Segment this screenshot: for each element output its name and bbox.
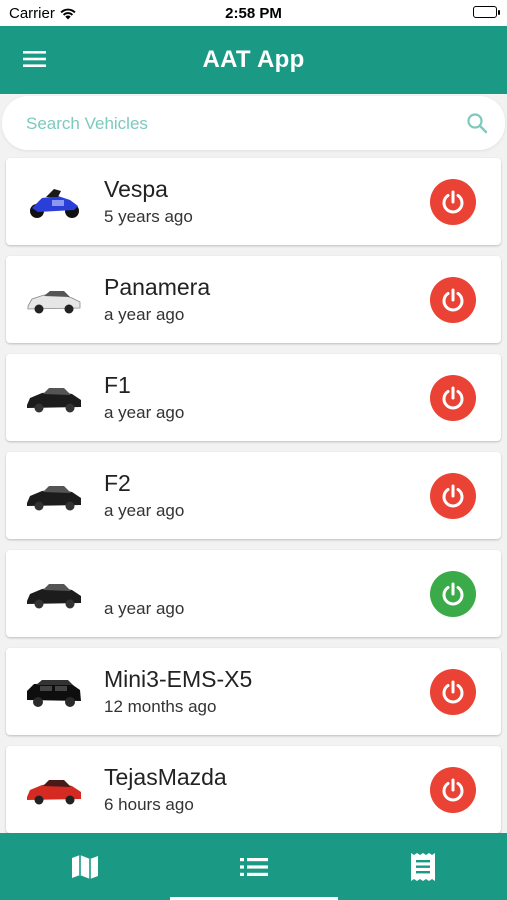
vehicle-name: TejasMazda xyxy=(104,764,227,790)
vehicle-last-seen: a year ago xyxy=(104,403,185,422)
power-icon xyxy=(442,386,464,410)
suv-thumbnail xyxy=(27,680,81,707)
app-bar: AAT App xyxy=(0,26,507,94)
vehicle-last-seen: a year ago xyxy=(104,501,185,520)
vehicle-card[interactable]: TejasMazda 6 hours ago xyxy=(6,746,501,833)
app-title: AAT App xyxy=(202,46,305,73)
power-icon xyxy=(442,680,464,704)
power-toggle-button[interactable] xyxy=(430,767,476,813)
power-toggle-button[interactable] xyxy=(430,669,476,715)
vehicle-last-seen: 6 hours ago xyxy=(104,795,194,814)
search-icon[interactable] xyxy=(465,111,489,135)
power-icon xyxy=(442,778,464,802)
power-icon xyxy=(442,582,464,606)
motorcycle-thumbnail xyxy=(30,189,79,218)
tab-receipt[interactable] xyxy=(338,833,507,900)
list-icon xyxy=(239,857,268,876)
power-toggle-button[interactable] xyxy=(430,375,476,421)
vehicle-card[interactable]: F2 a year ago xyxy=(6,452,501,539)
car-thumbnail xyxy=(27,291,81,314)
power-toggle-button[interactable] xyxy=(430,277,476,323)
map-icon xyxy=(71,854,98,879)
vehicle-name: Vespa xyxy=(104,176,168,202)
power-icon xyxy=(442,288,464,312)
vehicle-name: F2 xyxy=(104,470,131,496)
power-icon xyxy=(442,484,464,508)
vehicle-last-seen: 5 years ago xyxy=(104,207,193,226)
vehicle-last-seen: a year ago xyxy=(104,599,185,618)
vehicle-card[interactable]: Panamera a year ago xyxy=(6,256,501,343)
search-bar xyxy=(2,96,505,150)
vehicle-card[interactable]: Vespa 5 years ago xyxy=(6,158,501,245)
vehicle-name: Mini3-EMS-X5 xyxy=(104,666,253,692)
car-thumbnail xyxy=(27,780,81,805)
car-thumbnail xyxy=(27,388,81,413)
vehicle-card[interactable]: Mini3-EMS-X5 12 months ago xyxy=(6,648,501,735)
search-input[interactable] xyxy=(24,110,448,138)
car-thumbnail xyxy=(27,486,81,511)
receipt-icon xyxy=(410,852,435,881)
vehicle-card[interactable]: a year ago xyxy=(6,550,501,637)
tab-list[interactable] xyxy=(169,833,338,900)
vehicle-name: F1 xyxy=(104,372,131,398)
vehicle-last-seen: 12 months ago xyxy=(104,697,217,716)
status-time: 2:58 PM xyxy=(225,5,282,22)
bottom-nav xyxy=(0,833,507,900)
power-toggle-button[interactable] xyxy=(430,179,476,225)
vehicle-card[interactable]: F1 a year ago xyxy=(6,354,501,441)
power-icon xyxy=(442,190,464,214)
power-toggle-button[interactable] xyxy=(430,571,476,617)
tab-map[interactable] xyxy=(0,833,169,900)
car-thumbnail xyxy=(27,584,81,609)
power-toggle-button[interactable] xyxy=(430,473,476,519)
status-bar: Carrier 2:58 PM xyxy=(0,0,507,26)
vehicle-last-seen: a year ago xyxy=(104,305,185,324)
vehicle-name: Panamera xyxy=(104,274,211,300)
battery-icon xyxy=(473,6,500,18)
